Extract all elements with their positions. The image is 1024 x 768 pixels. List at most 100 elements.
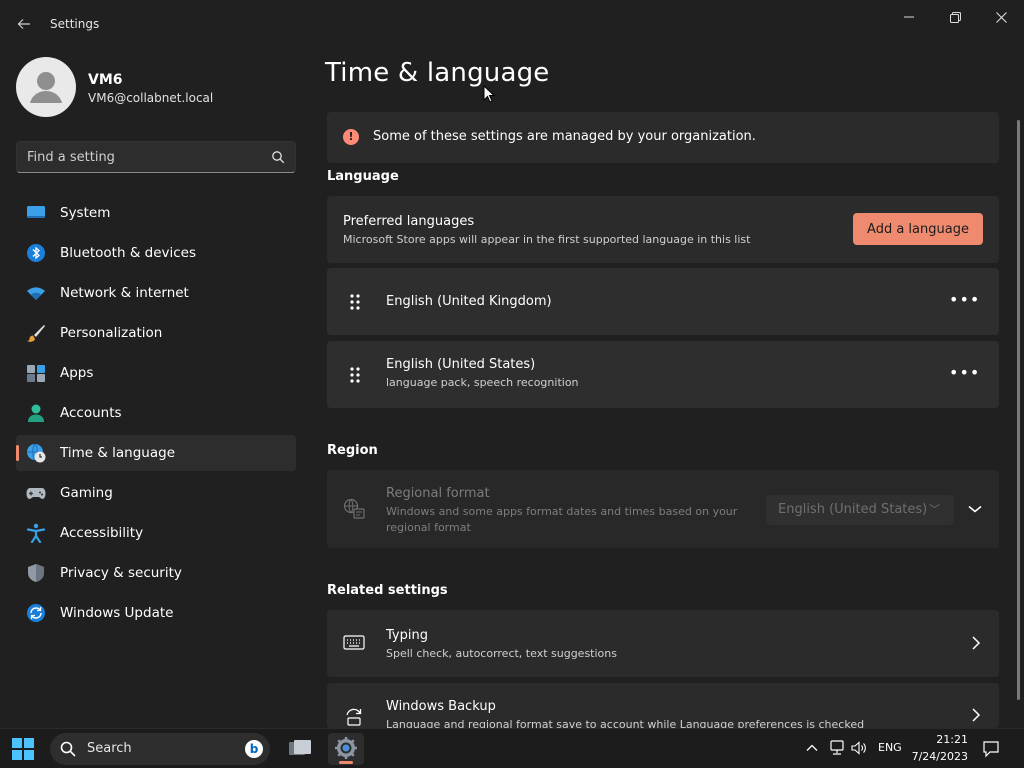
back-button[interactable] (14, 14, 34, 34)
sidebar-item-label: Gaming (60, 485, 113, 501)
profile-name: VM6 (88, 72, 123, 88)
scrollbar[interactable] (1017, 120, 1020, 700)
task-view-icon (289, 740, 311, 755)
restore-button[interactable] (935, 6, 975, 28)
app-title: Settings (50, 17, 100, 31)
sidebar-item-label: Apps (60, 365, 94, 381)
profile-email: VM6@collabnet.local (88, 91, 214, 105)
related-backup-title: Windows Backup (386, 699, 496, 714)
sidebar-nav: System Bluetooth & devices Network & int… (16, 195, 296, 635)
sidebar-item-network[interactable]: Network & internet (16, 275, 296, 311)
sidebar-item-system[interactable]: System (16, 195, 296, 231)
shield-icon (28, 564, 44, 582)
add-language-button[interactable]: Add a language (853, 213, 983, 245)
gamepad-icon (26, 488, 46, 499)
sidebar-item-label: System (60, 205, 111, 221)
org-notice-text: Some of these settings are managed by yo… (373, 129, 756, 144)
task-view-button[interactable] (282, 733, 318, 765)
close-icon (995, 11, 1007, 23)
regional-format-icon (343, 498, 365, 519)
section-region-title: Region (327, 443, 378, 458)
sidebar-item-windows-update[interactable]: Windows Update (16, 595, 296, 631)
sidebar-item-label: Network & internet (60, 285, 189, 301)
wifi-icon (27, 287, 45, 300)
settings-taskbar-button[interactable] (328, 733, 364, 765)
section-language-title: Language (327, 169, 399, 184)
sidebar-item-label: Accounts (60, 405, 122, 421)
info-icon: ! (343, 129, 359, 145)
language-name: English (United Kingdom) (386, 294, 552, 309)
sidebar-item-gaming[interactable]: Gaming (16, 475, 296, 511)
sidebar-item-label: Accessibility (60, 525, 144, 541)
sidebar-item-personalization[interactable]: Personalization (16, 315, 296, 351)
sidebar-item-bluetooth[interactable]: Bluetooth & devices (16, 235, 296, 271)
related-backup-card[interactable]: Windows Backup Language and regional for… (327, 683, 999, 728)
avatar[interactable] (16, 57, 76, 117)
org-notice-banner: ! Some of these settings are managed by … (327, 112, 999, 163)
sidebar-item-time-language[interactable]: Time & language (16, 435, 296, 471)
sidebar-item-label: Windows Update (60, 605, 174, 621)
expand-chevron-icon[interactable] (965, 499, 985, 519)
person-icon (28, 404, 44, 422)
notification-icon[interactable] (982, 740, 1000, 758)
update-icon (27, 604, 45, 622)
section-related-title: Related settings (327, 583, 448, 598)
accessibility-icon (26, 523, 46, 543)
input-language-indicator[interactable]: ENG (878, 741, 902, 754)
backup-icon (346, 708, 362, 726)
taskbar-search[interactable]: Search b (50, 733, 270, 765)
regional-format-title: Regional format (386, 486, 490, 501)
taskbar-search-label: Search (87, 741, 132, 756)
title-bar: Settings (0, 0, 1024, 48)
page-title: Time & language (325, 58, 550, 88)
sidebar-item-label: Bluetooth & devices (60, 245, 197, 261)
language-detail: language pack, speech recognition (386, 376, 579, 389)
related-backup-subtitle: Language and regional format save to acc… (386, 718, 865, 728)
windows-start-icon[interactable] (12, 738, 34, 760)
language-row[interactable]: English (United Kingdom) ••• (327, 268, 999, 335)
regional-format-card: Regional format Windows and some apps fo… (327, 470, 999, 548)
minimize-icon (904, 16, 914, 18)
sidebar-item-label: Personalization (60, 325, 163, 341)
system-icon (27, 206, 45, 218)
search-icon[interactable] (271, 150, 285, 164)
related-typing-card[interactable]: Typing Spell check, autocorrect, text su… (327, 610, 999, 677)
minimize-button[interactable] (889, 6, 929, 28)
chevron-down-icon: ﹀ (929, 503, 940, 516)
language-name: English (United States) (386, 357, 536, 372)
regional-format-description: Windows and some apps format dates and t… (386, 505, 738, 534)
regional-format-selected: English (United States) (778, 502, 928, 517)
sidebar-item-accessibility[interactable]: Accessibility (16, 515, 296, 551)
drag-handle-icon[interactable] (349, 293, 361, 311)
chevron-up-icon[interactable] (805, 741, 819, 755)
related-typing-subtitle: Spell check, autocorrect, text suggestio… (386, 647, 617, 660)
apps-icon (27, 365, 45, 382)
related-typing-title: Typing (386, 628, 428, 643)
close-button[interactable] (981, 6, 1021, 28)
clock-time[interactable]: 21:21 (914, 733, 968, 746)
drag-handle-icon[interactable] (349, 366, 361, 384)
search-box[interactable] (16, 141, 296, 173)
bing-icon[interactable]: b (245, 740, 263, 758)
sidebar-item-privacy[interactable]: Privacy & security (16, 555, 296, 591)
chevron-right-icon (972, 636, 981, 650)
search-input[interactable] (27, 142, 267, 172)
taskbar: Search b ENG 21:21 7/24/2023 (0, 728, 1024, 768)
more-options-button[interactable]: ••• (949, 292, 979, 312)
search-icon (60, 741, 76, 757)
mouse-cursor-icon (483, 85, 495, 103)
keyboard-icon (343, 635, 365, 650)
sidebar-item-accounts[interactable]: Accounts (16, 395, 296, 431)
clock-date[interactable]: 7/24/2023 (906, 750, 968, 763)
sidebar-item-label: Privacy & security (60, 565, 182, 581)
language-row[interactable]: English (United States) language pack, s… (327, 341, 999, 408)
regional-format-dropdown[interactable]: English (United States) ﹀ (766, 495, 954, 525)
more-options-button[interactable]: ••• (949, 365, 979, 385)
network-icon[interactable] (828, 739, 846, 757)
globe-clock-icon (27, 443, 46, 463)
sidebar-item-label: Time & language (60, 445, 176, 461)
sidebar-item-apps[interactable]: Apps (16, 355, 296, 391)
restore-icon (949, 11, 961, 23)
settings-gear-icon (335, 737, 357, 759)
volume-icon[interactable] (851, 740, 867, 756)
